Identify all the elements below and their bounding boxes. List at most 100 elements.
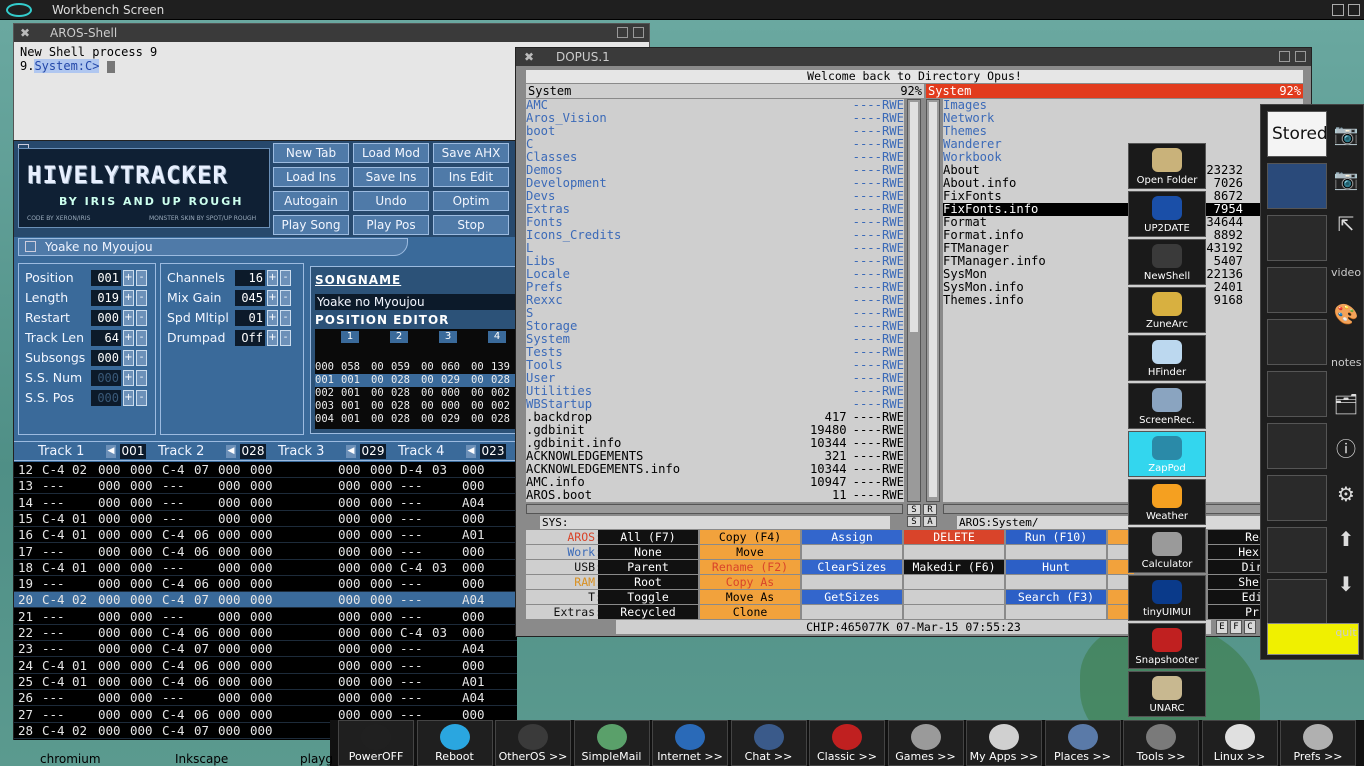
panel-slot[interactable] (1267, 423, 1327, 469)
right-hscrollbar[interactable] (943, 504, 1303, 514)
increment-icon[interactable]: + (123, 290, 134, 306)
left-scrollbar[interactable] (907, 99, 921, 502)
increment-icon[interactable]: + (123, 370, 134, 386)
classic-button[interactable]: Classic >> (809, 720, 885, 766)
position-row[interactable]: 004 001 00 028 00 029 00 028 (315, 413, 515, 426)
up2date-launcher[interactable]: UP2DATE (1128, 191, 1206, 237)
extras-button[interactable]: Extras: (526, 605, 608, 619)
panel-slot[interactable] (1267, 527, 1327, 573)
left-file-list[interactable]: AMC ----RWE Aros_Vision ----RWE boot ----RWE C… (526, 99, 904, 502)
stop-button[interactable]: Stop (433, 215, 509, 235)
panel-slot[interactable] (1267, 475, 1327, 521)
notes-icon[interactable]: notes (1331, 344, 1362, 374)
close-icon[interactable]: ✖ (20, 26, 30, 40)
play-pos-button[interactable]: Play Pos (353, 215, 429, 235)
empty-button[interactable] (1006, 545, 1106, 559)
getsizes-button[interactable]: GetSizes (802, 590, 902, 604)
edge-button-f[interactable]: F (1230, 620, 1242, 634)
search-f3-button[interactable]: Search (F3) (1006, 590, 1106, 604)
optim-button[interactable]: Optim (433, 191, 509, 211)
move-button[interactable]: Move (700, 545, 800, 559)
desktop-icon-label[interactable]: playg (300, 752, 333, 766)
hunt-button[interactable]: Hunt (1006, 560, 1106, 574)
pattern-row[interactable]: 16 C-4 01 000 000 C-4 06 000 000 000 000 --- A01 (14, 527, 517, 544)
up-icon[interactable]: ⬆ (1331, 524, 1361, 554)
depth-icon[interactable] (1295, 51, 1306, 62)
position-row[interactable]: 003 001 00 028 00 000 00 002 (315, 400, 515, 413)
pattern-row[interactable]: 24 C-4 01 000 000 C-4 06 000 000 000 000 --- 000 (14, 658, 517, 674)
position-row[interactable]: 001 001 00 028 00 029 00 028 (315, 374, 515, 387)
empty-button[interactable] (904, 605, 1004, 619)
shell-title-bar[interactable]: ✖ AROS-Shell (14, 24, 649, 42)
param-value-spd-mltipl[interactable]: 01 (235, 310, 265, 326)
desktop-icon-label[interactable]: chromium (40, 752, 101, 766)
pattern-row[interactable]: 12 C-4 02 000 000 C-4 07 000 000 000 000 D-4 03 000 (14, 462, 517, 478)
panel-slot[interactable] (1267, 267, 1327, 313)
none-button[interactable]: None (598, 545, 698, 559)
param-value-channels[interactable]: 16 (235, 270, 265, 286)
directory-entry[interactable]: Network (943, 112, 1303, 125)
simplemail-button[interactable]: SimpleMail (573, 720, 650, 766)
camera-icon[interactable]: 📷 (1331, 164, 1361, 194)
decrement-icon[interactable]: - (136, 350, 147, 366)
increment-icon[interactable]: + (123, 330, 134, 346)
decrement-icon[interactable]: - (280, 270, 291, 286)
hivelytracker-window[interactable]: HIVELYTRACKER BY IRIS AND UP ROUGH CODE … (13, 140, 517, 740)
snapshooter-launcher[interactable]: Snapshooter (1128, 623, 1206, 669)
panel-slot[interactable] (1267, 215, 1327, 261)
toggle-button[interactable]: Toggle (598, 590, 698, 604)
decrement-icon[interactable]: - (136, 370, 147, 386)
depth-gadget-icon[interactable] (1332, 4, 1344, 16)
panel-slot[interactable]: Stored (1267, 111, 1328, 157)
left-hscrollbar[interactable] (526, 504, 903, 514)
play-song-button[interactable]: Play Song (273, 215, 349, 235)
increment-icon[interactable]: + (267, 290, 278, 306)
left-lister-header[interactable]: System 92% (526, 84, 924, 98)
games-button[interactable]: Games >> (887, 720, 964, 766)
param-value-subsongs[interactable]: 000 (91, 350, 121, 366)
gear-icon[interactable]: ⚙ (1331, 479, 1361, 509)
lister-mode-button-s[interactable]: S (907, 504, 921, 515)
new-tab-button[interactable]: New Tab (273, 143, 349, 163)
decrement-icon[interactable]: - (280, 290, 291, 306)
makedir-f6-button[interactable]: Makedir (F6) (904, 560, 1004, 574)
empty-button[interactable] (1006, 575, 1106, 589)
empty-button[interactable] (1006, 605, 1106, 619)
newshell-launcher[interactable]: NewShell (1128, 239, 1206, 285)
directory-entry[interactable]: Workbook (943, 151, 1303, 164)
close-tab-icon[interactable] (25, 241, 36, 252)
position-row[interactable]: 002 001 00 028 00 000 00 002 (315, 387, 515, 400)
panel-slot[interactable] (1267, 163, 1327, 209)
chat-button[interactable]: Chat >> (730, 720, 807, 766)
weather-launcher[interactable]: Weather (1128, 479, 1206, 525)
poweroff-button[interactable]: PowerOFF (338, 720, 414, 766)
ram-button[interactable]: RAM: (526, 575, 608, 589)
decrement-icon[interactable]: - (280, 330, 291, 346)
right-scrollbar[interactable] (926, 99, 940, 502)
open-folder-launcher[interactable]: Open Folder (1128, 143, 1206, 189)
places-button[interactable]: Places >> (1044, 720, 1121, 766)
screen-gadget-icon[interactable] (1348, 4, 1360, 16)
param-value-position[interactable]: 001 (91, 270, 121, 286)
unarc-launcher[interactable]: UNARC (1128, 671, 1206, 717)
empty-button[interactable] (802, 605, 902, 619)
screenrec-launcher[interactable]: ScreenRec. (1128, 383, 1206, 429)
pattern-row[interactable]: 22 --- 000 000 C-4 06 000 000 000 000 C-4 03 000 (14, 625, 517, 641)
dopus-title-bar[interactable]: ✖ DOPUS.1 (516, 48, 1311, 66)
parent-button[interactable]: Parent (598, 560, 698, 574)
zappod-launcher[interactable]: ZapPod (1128, 431, 1206, 477)
save-ins-button[interactable]: Save Ins (353, 167, 429, 187)
directory-entry[interactable]: Images (943, 99, 1303, 112)
pattern-row[interactable]: 23 --- 000 000 C-4 07 000 000 000 000 --- A04 (14, 641, 517, 658)
pattern-row[interactable]: 15 C-4 01 000 000 --- 000 000 000 000 --- 000 (14, 511, 517, 527)
pattern-row[interactable]: 20 C-4 02 000 000 C-4 07 000 000 000 000 --- A04 (14, 592, 517, 609)
close-icon[interactable]: ✖ (524, 50, 534, 64)
increment-icon[interactable]: + (123, 350, 134, 366)
export-icon[interactable]: ⇱ (1331, 209, 1361, 239)
info-icon[interactable]: ⓘ (1331, 434, 1361, 464)
load-mod-button[interactable]: Load Mod (353, 143, 429, 163)
work-button[interactable]: Work: (526, 545, 608, 559)
file-entry[interactable]: FTManager.info 5407 (943, 255, 1303, 268)
param-value-s-s-pos[interactable]: 000 (91, 390, 121, 406)
t-button[interactable]: T: (526, 590, 608, 604)
